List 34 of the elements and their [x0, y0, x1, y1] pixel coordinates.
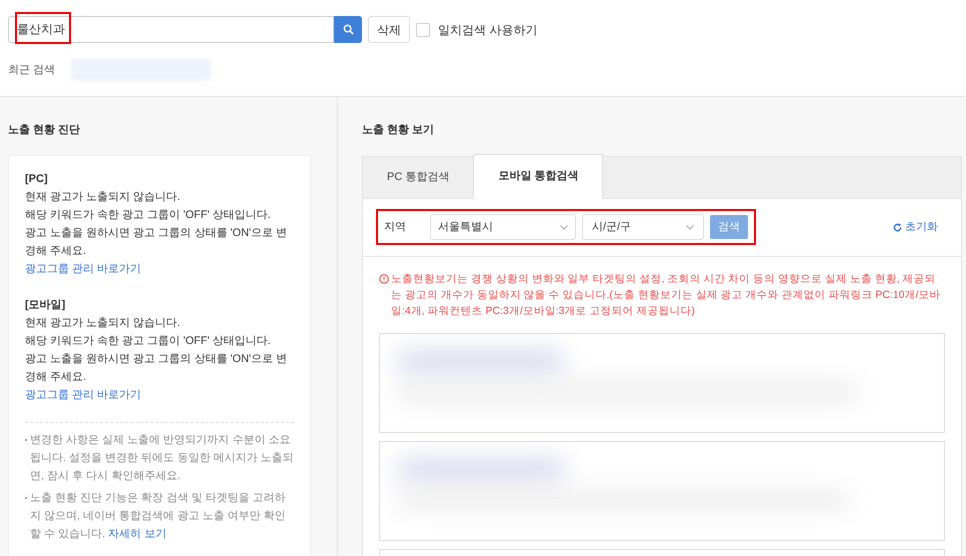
details-link[interactable]: 자세히 보기 [108, 528, 166, 540]
section-heading: [PC] [25, 172, 49, 186]
warning-text: 노출현황보기는 경쟁 상황의 변화와 일부 타겟팅의 설정, 조회의 시간 차이 등의 영향으로 실제 노출 현황, 제공되는 광고의 개수가 동일하지 않을 수 있습니다.(노출 현황보기는 실제 광고 개수와 관계없이 파워링크 PC:10개/모바일:4개, 파워컨텐츠 PC:3개/모바일:3개로 고정되어 제공됩니다) [391, 272, 942, 318]
search-icon [342, 24, 354, 35]
highlight-frame [15, 12, 71, 44]
search-field[interactable]: 룰산치과 [8, 16, 334, 43]
status-message: 현재 광고가 노출되지 않습니다. [25, 190, 182, 204]
chevron-icon [686, 224, 694, 230]
search-button[interactable] [334, 16, 362, 43]
note-text: 변경한 사항은 실제 노출에 반영되기까지 수분이 소요됩니다. 설정을 변경한 뒤에도 동일한 메시지가 노출되면, 잠시 후 다시 확인해주세요. [30, 432, 294, 484]
ad-group-link[interactable]: 광고그룹 관리 바로가기 [25, 262, 142, 274]
section-title: 노출 현황 진단 [8, 123, 82, 138]
status-message: 해당 키워드가 속한 광고 그룹이 'OFF' 상태입니다. [25, 334, 272, 348]
region-label: 지역 [384, 220, 407, 235]
section-title: 노출 현황 보기 [362, 123, 436, 138]
tab[interactable]: PC 통합검색 [363, 156, 474, 198]
checkbox-label: 일치검색 사용하기 [438, 22, 538, 38]
region-dropdown[interactable]: 서울특별시 [430, 214, 576, 240]
status-message: 광고 노출을 원하시면 광고 그룹의 상태를 'ON'으로 변경해 주세요. [25, 226, 288, 258]
note-text: 노출 현황 진단 기능은 확장 검색 및 타겟팅을 고려하지 않으며, 네이버 통합검색에 광고 노출 여부만 확인할 수 있습니다. 자세히 보기 [30, 490, 286, 542]
section-heading: [모바일] [25, 298, 66, 312]
delete-button[interactable]: 삭제 [368, 16, 410, 43]
status-message: 해당 키워드가 속한 광고 그룹이 'OFF' 상태입니다. [25, 208, 272, 222]
refresh-icon [893, 222, 902, 232]
status-message: 광고 노출을 원하시면 광고 그룹의 상태를 'ON'으로 변경해 주세요. [25, 352, 288, 384]
reset-button[interactable]: 초기화 [893, 218, 938, 236]
recent-search-label: 최근 검색 [8, 62, 56, 78]
chevron-icon [560, 224, 568, 230]
ad-group-link[interactable]: 광고그룹 관리 바로가기 [25, 388, 142, 400]
district-dropdown[interactable]: 시/군/구 [582, 214, 704, 240]
status-message: 현재 광고가 노출되지 않습니다. [25, 316, 182, 330]
checkbox[interactable] [416, 22, 430, 36]
alert-icon [379, 274, 389, 284]
tab[interactable]: 모바일 통합검색 [473, 154, 604, 198]
